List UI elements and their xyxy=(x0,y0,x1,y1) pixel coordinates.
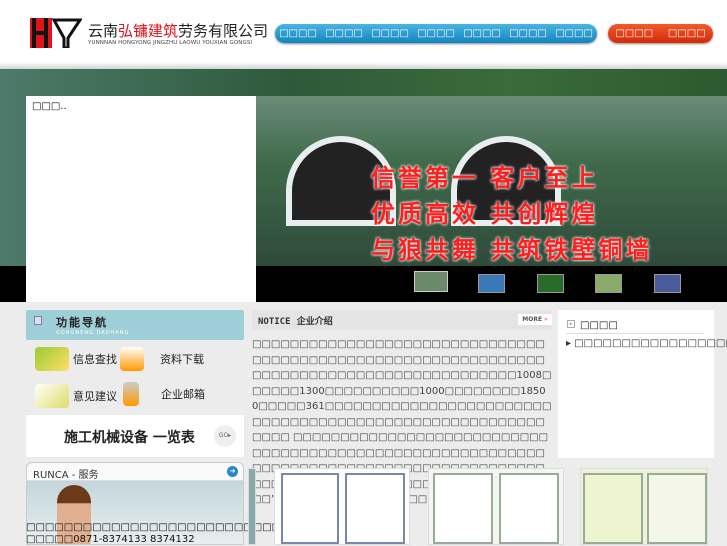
item-label: 企业邮箱 xyxy=(161,388,205,401)
news-panel: ▸ □□□□ ▸ □□□□□□□□□□□□□□□□□ xyxy=(558,310,727,458)
slide-thumbnail[interactable] xyxy=(595,274,622,293)
news-item[interactable]: ▸ □□□□□□□□□□□□□□□□□ xyxy=(566,338,727,349)
section-subtitle: GONGNENG DAOHANG xyxy=(56,330,130,336)
service-header: RUNCA - 服务 ➜ xyxy=(27,463,243,481)
slide-thumbnail[interactable] xyxy=(654,274,681,293)
loading-text: □□□.. xyxy=(32,101,67,112)
item-label: 意见建议 xyxy=(73,390,117,403)
nav-info-search[interactable]: 信息查找 xyxy=(35,347,117,371)
secondary-nav: □□□□ □□□□ xyxy=(608,24,713,43)
thumb-bar xyxy=(0,266,26,302)
function-nav-header: 功能导航 GONGNENG DAOHANG xyxy=(26,310,244,340)
company-name: 云南弘镛建筑劳务有限公司 xyxy=(88,22,269,40)
section-title: 功能导航 xyxy=(56,316,108,329)
box-icon xyxy=(120,347,144,371)
nav-feedback[interactable]: 意见建议 xyxy=(35,384,117,408)
pen-book-icon xyxy=(35,384,69,408)
loading-panel: □□□.. xyxy=(26,96,256,302)
nav-item[interactable]: □□□□ xyxy=(555,28,593,39)
certificate-image[interactable] xyxy=(274,468,410,545)
certificate-image[interactable] xyxy=(580,468,708,545)
nav-item[interactable]: □□□□ xyxy=(325,28,363,39)
go-button[interactable]: GO▸ xyxy=(214,425,236,447)
slogan: 与狼共舞 共筑铁壁铜墙 xyxy=(371,235,653,264)
play-icon: ▸ xyxy=(567,320,575,328)
header: 云南弘镛建筑劳务有限公司 YUNNNAN HONGYONG JINGZHU LA… xyxy=(0,0,727,68)
nav-item[interactable]: □□□□ xyxy=(509,28,547,39)
item-label: 信息查找 xyxy=(73,353,117,366)
banner-image: 信誉第一 客户至上 优质高效 共创辉煌 与狼共舞 共筑铁壁铜墙 xyxy=(256,96,727,266)
intro-title: NOTICE 企业介绍 xyxy=(258,317,333,327)
intro-header: NOTICE 企业介绍 MORE » xyxy=(252,310,552,330)
certificate-image[interactable] xyxy=(428,468,564,545)
nav-mailbox[interactable]: 企业邮箱 xyxy=(123,382,205,406)
nav-item[interactable]: □□□□ xyxy=(463,28,501,39)
main-nav: □□□□ □□□□ □□□□ □□□□ □□□□ □□□□ □□□□ xyxy=(275,24,597,43)
slide-thumbnail[interactable] xyxy=(414,271,448,292)
news-title: □□□□ xyxy=(580,320,618,331)
equipment-title: 施工机械设备 一览表 xyxy=(64,430,195,446)
service-title: RUNCA - 服务 xyxy=(33,470,99,481)
nav-item[interactable]: □□□□ xyxy=(417,28,455,39)
item-label: 资料下载 xyxy=(160,353,204,366)
slide-thumbnail[interactable] xyxy=(478,274,505,293)
nav-item[interactable]: □□□□ xyxy=(371,28,409,39)
page-icon xyxy=(34,316,42,325)
equipment-list-link[interactable]: 施工机械设备 一览表 GO▸ xyxy=(26,415,244,457)
arrow-right-icon[interactable]: ➜ xyxy=(227,466,238,477)
nav-item[interactable]: □□□□ xyxy=(668,28,706,39)
more-button[interactable]: MORE » xyxy=(518,314,552,325)
slogan: 优质高效 共创辉煌 xyxy=(371,199,599,228)
go-label: GO xyxy=(218,432,229,439)
company-name-en: YUNNNAN HONGYONG JINGZHU LAOWU YOUXIAN G… xyxy=(88,40,253,46)
slogan: 信誉第一 客户至上 xyxy=(371,163,599,192)
slide-thumbnail[interactable] xyxy=(537,274,564,293)
divider xyxy=(566,333,704,334)
nav-item[interactable]: □□□□ xyxy=(279,28,317,39)
nav-item[interactable]: □□□□ xyxy=(615,28,653,39)
search-book-icon xyxy=(35,347,69,371)
nav-downloads[interactable]: 资料下载 xyxy=(120,347,204,371)
banner: 信誉第一 客户至上 优质高效 共创辉煌 与狼共舞 共筑铁壁铜墙 □□□.. xyxy=(0,69,727,302)
thumb-bar xyxy=(256,266,727,302)
certificate-image[interactable] xyxy=(248,468,256,545)
mail-stack-icon xyxy=(123,382,139,406)
company-logo[interactable] xyxy=(30,18,83,50)
